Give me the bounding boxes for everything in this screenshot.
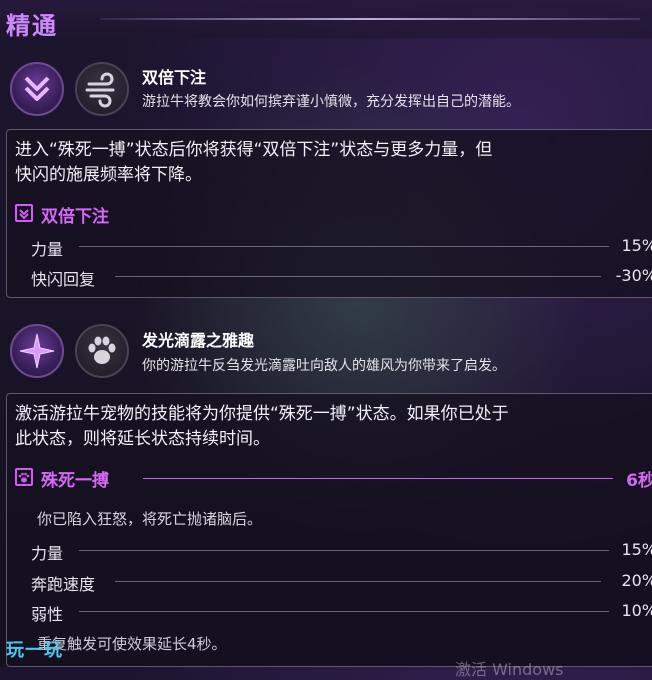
talent-body-line: 激活游拉牛宠物的技能将为你提供“殊死一搏”状态。如果你已处于: [15, 404, 509, 424]
double-chevron-down-icon: [15, 204, 33, 222]
talent-detail-panel: 进入“殊死一搏”状态后你将获得“双倍下注”状态与更多力量，但 快闪的施展频率将下…: [6, 129, 652, 298]
status-name: 殊死一搏: [41, 471, 109, 491]
stat-label: 力量: [31, 240, 64, 259]
section-title: 精通: [6, 12, 58, 40]
talent-body-line: 此状态，则将延长状态持续时间。: [15, 429, 270, 449]
status-row: 殊死一搏 6秒: [15, 466, 652, 491]
windows-activation-watermark: 激活 Windows: [455, 660, 564, 679]
stat-divider: [115, 581, 601, 582]
header-divider: [100, 18, 640, 20]
section-header: 精通: [0, 0, 652, 40]
talent-body-line: 进入“殊死一搏”状态后你将获得“双倍下注”状态与更多力量，但: [15, 140, 493, 160]
stat-value: -30%: [615, 266, 652, 285]
stat-label: 力量: [31, 544, 64, 563]
talent-wind-icon-button[interactable]: [75, 62, 129, 116]
talent-description: 游拉牛将教会你如何摈弃谨小慎微，充分发挥出自己的潜能。: [142, 94, 520, 110]
status-name: 双倍下注: [41, 207, 109, 227]
sparkle-star-icon: [19, 333, 55, 369]
talent-paw-icon-button[interactable]: [75, 324, 129, 378]
paw-icon: [15, 468, 33, 486]
stat-label: 奔跑速度: [31, 575, 96, 594]
stat-value: 15%: [621, 236, 652, 255]
footnote: 重复触发可使效果延长4秒。: [37, 635, 227, 653]
double-chevron-down-icon: [24, 76, 50, 101]
talent-body-line: 快闪的施展频率将下降。: [15, 165, 202, 185]
wind-icon: [85, 72, 115, 108]
stat-value: 20%: [621, 571, 652, 590]
status-flavor-text: 你已陷入狂怒，将死亡抛诸脑后。: [37, 510, 263, 528]
stat-divider: [79, 246, 609, 247]
stat-divider: [115, 276, 601, 277]
status-duration: 6秒: [626, 471, 652, 491]
stat-label: 弱性: [31, 605, 64, 624]
talent-name: 双倍下注: [142, 68, 207, 87]
talent-sparkle-icon-button[interactable]: [10, 324, 64, 378]
stat-divider: [79, 550, 609, 551]
stat-value: 15%: [621, 540, 652, 559]
talent-description: 你的游拉牛反刍发光滴露吐向敌人的雄风为你带来了启发。: [142, 358, 506, 374]
talent-double-down-icon-button[interactable]: [10, 62, 64, 116]
site-watermark: 玩一玩: [6, 640, 63, 661]
stat-divider: [79, 611, 609, 612]
stat-label: 快闪回复: [31, 270, 96, 289]
paw-icon: [88, 336, 116, 364]
talent-detail-panel: 激活游拉牛宠物的技能将为你提供“殊死一搏”状态。如果你已处于 此状态，则将延长状…: [6, 393, 652, 667]
status-row: 双倍下注: [15, 202, 652, 227]
stat-value: 10%: [621, 601, 652, 620]
talent-name: 发光滴露之雅趣: [142, 331, 255, 350]
status-divider: [143, 478, 613, 479]
